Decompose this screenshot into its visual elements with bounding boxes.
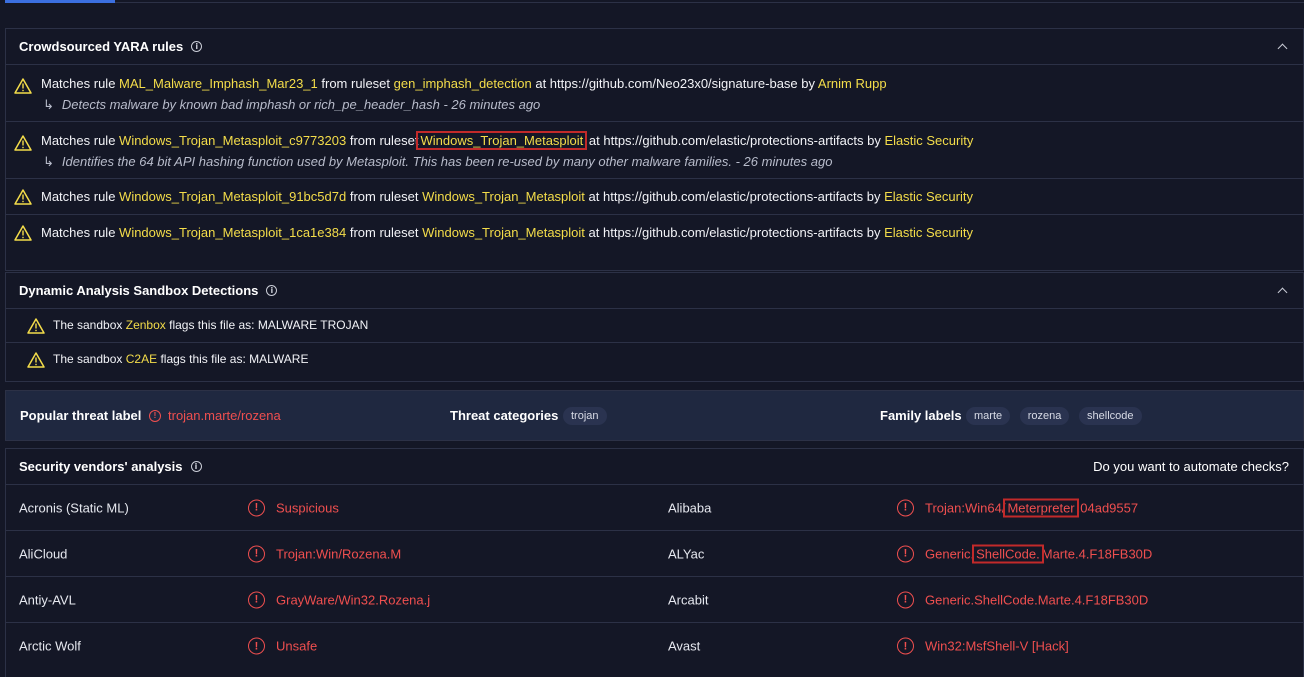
vendor-name: Arctic Wolf [19,638,81,654]
vendor-name: Acronis (Static ML) [19,500,129,515]
warning-icon [14,189,32,205]
sandbox-link[interactable]: Zenbox [126,318,166,332]
ruleset-link-highlighted[interactable]: Windows_Trojan_Metasploit [416,131,588,150]
yara-rule-row: Matches rule Windows_Trojan_Metasploit_c… [6,122,1303,179]
vendor-name: Arcabit [668,592,709,607]
ruleset-link[interactable]: Windows_Trojan_Metasploit [422,225,585,240]
info-icon[interactable]: i [191,41,203,52]
warning-icon [27,318,45,334]
yara-rule-line: Matches rule Windows_Trojan_Metasploit_9… [41,189,973,204]
yara-title: Crowdsourced YARA rules [19,39,184,54]
highlight-annotation: ShellCode. [972,544,1044,563]
family-pill[interactable]: marte [966,406,1011,425]
rule-link[interactable]: MAL_Malware_Imphash_Mar23_1 [119,76,318,91]
sandbox-link[interactable]: C2AE [126,352,157,366]
vendor-result: Suspicious [276,500,339,515]
author-link[interactable]: Elastic Security [884,133,973,148]
rule-description: ↳ Identifies the 64 bit API hashing funct… [43,154,833,169]
vendors-title: Security vendors' analysis [19,459,183,474]
yara-rule-line: Matches rule Windows_Trojan_Metasploit_1… [41,225,973,240]
alert-icon: ! [248,637,265,655]
ruleset-link[interactable]: gen_imphash_detection [394,76,532,91]
vendor-result: Generic.ShellCode.Marte.4.F18FB30D [925,544,1153,563]
vendors-panel: Security vendors' analysis i Do you want… [5,448,1304,677]
family-pills: marte rozena shellcode [960,406,1142,425]
alert-icon: ! [897,591,914,608]
vendor-name: ALYac [668,546,705,561]
sandbox-header[interactable]: Dynamic Analysis Sandbox Detections i [6,273,1303,309]
rule-link[interactable]: Windows_Trojan_Metasploit_c9773203 [119,133,346,148]
threat-categories-label: Threat categories [450,408,559,423]
warning-icon [14,78,32,94]
vendor-name: AliCloud [19,546,68,561]
rule-link[interactable]: Windows_Trojan_Metasploit_1ca1e384 [119,225,346,240]
sandbox-title: Dynamic Analysis Sandbox Detections [19,283,259,298]
author-link[interactable]: Elastic Security [884,225,973,240]
sandbox-row: The sandbox Zenbox flags this file as: M… [6,309,1303,343]
yara-rule-line: Matches rule Windows_Trojan_Metasploit_c… [41,131,974,150]
alert-icon: ! [897,499,914,516]
popular-threat-value[interactable]: trojan.marte/rozena [168,408,281,423]
warning-icon [14,135,32,151]
vendor-result: Win32:MsfShell-V [Hack] [925,638,1069,654]
ruleset-link[interactable]: Windows_Trojan_Metasploit [422,189,585,204]
alert-icon: ! [248,545,265,562]
tab-underline [5,0,1304,3]
info-icon[interactable]: i [266,285,278,296]
family-pill[interactable]: rozena [1019,406,1070,425]
alert-icon: ! [897,545,914,562]
vendor-result: GrayWare/Win32.Rozena.j [276,592,431,607]
automate-checks-link[interactable]: Do you want to automate checks? [1093,459,1289,474]
chevron-up-icon[interactable] [1277,43,1288,54]
subitem-arrow-icon: ↳ [43,154,54,169]
vendor-name: Avast [668,638,701,654]
warning-icon [27,352,45,368]
vendor-name: Antiy-AVL [19,592,76,607]
active-tab-indicator [5,0,115,3]
vendor-row: Acronis (Static ML) ! Suspicious Alibaba… [6,485,1303,531]
warning-icon [14,225,32,241]
alert-icon: ! [248,499,265,516]
alert-icon: ! [897,637,914,655]
family-labels-label: Family labels [880,408,962,423]
yara-header[interactable]: Crowdsourced YARA rules i [6,29,1303,65]
vendor-result: Trojan:Win/Rozena.M [276,546,402,561]
vendor-result: Trojan:Win64/Meterpreter .04ad9557 [925,498,1139,517]
threat-summary-bar: Popular threat label ! trojan.marte/roze… [5,390,1304,441]
yara-rule-line: Matches rule MAL_Malware_Imphash_Mar23_1… [41,76,887,91]
sandbox-row: The sandbox C2AE flags this file as: MAL… [6,343,1303,377]
yara-rule-row: Matches rule Windows_Trojan_Metasploit_9… [6,179,1303,215]
author-link[interactable]: Arnim Rupp [818,76,887,91]
category-pill[interactable]: trojan [563,406,607,425]
yara-rule-row: Matches rule MAL_Malware_Imphash_Mar23_1… [6,65,1303,122]
subitem-arrow-icon: ↳ [43,97,54,112]
vendors-header: Security vendors' analysis i Do you want… [6,449,1303,485]
highlight-annotation: Meterpreter [1003,498,1079,517]
chevron-up-icon[interactable] [1277,287,1288,298]
sandbox-panel: Dynamic Analysis Sandbox Detections i Th… [5,272,1304,382]
family-pill[interactable]: shellcode [1079,406,1142,425]
alert-icon: ! [248,591,265,608]
vendor-result: Generic.ShellCode.Marte.4.F18FB30D [925,592,1149,607]
author-link[interactable]: Elastic Security [884,189,973,204]
vendor-name: Alibaba [668,500,712,515]
yara-panel: Crowdsourced YARA rules i Matches rule M… [5,28,1304,271]
vendor-row: AliCloud ! Trojan:Win/Rozena.M ALYac ! G… [6,531,1303,577]
info-icon[interactable]: i [190,461,202,472]
rule-description: ↳ Detects malware by known bad imphash or… [43,97,541,112]
vendor-result: Unsafe [276,638,318,654]
rule-link[interactable]: Windows_Trojan_Metasploit_91bc5d7d [119,189,346,204]
popular-threat-label: Popular threat label [20,408,142,423]
vendor-row: Antiy-AVL ! GrayWare/Win32.Rozena.j Arca… [6,577,1303,623]
vendor-row: Arctic Wolf ! Unsafe Avast ! Win32:MsfSh… [6,623,1303,669]
alert-icon: ! [149,409,161,422]
yara-rule-row: Matches rule Windows_Trojan_Metasploit_1… [6,215,1303,251]
